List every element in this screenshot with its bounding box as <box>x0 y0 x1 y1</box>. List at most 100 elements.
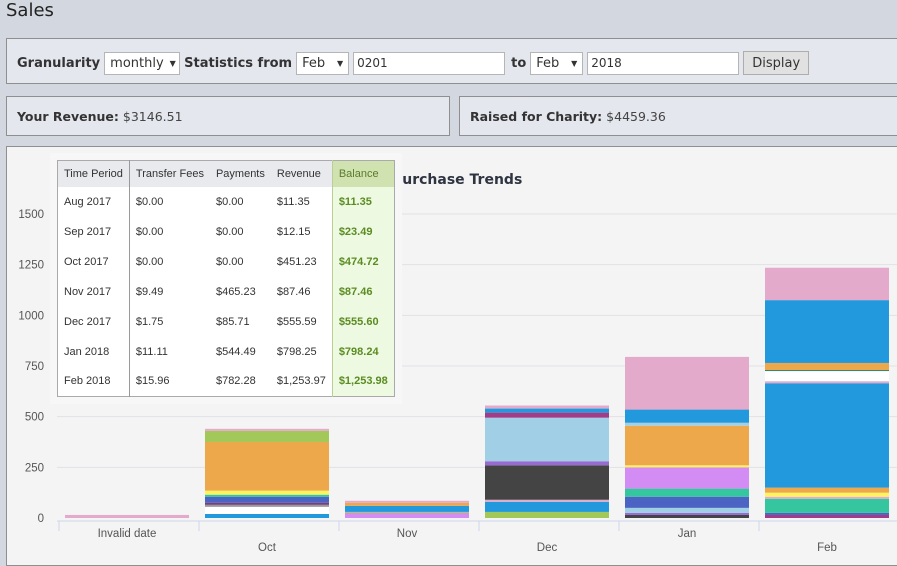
bar-segment[interactable] <box>485 499 609 502</box>
chart-title: Purchase Trends <box>392 172 522 188</box>
cell-payments: $0.00 <box>215 255 244 268</box>
cell-balance: $798.24 <box>331 336 395 367</box>
bar-segment[interactable] <box>485 461 609 466</box>
bar-segment[interactable] <box>205 490 329 495</box>
cell-balance: $23.49 <box>331 216 395 247</box>
bar-stack-jan[interactable] <box>625 356 749 518</box>
bar-segment[interactable] <box>625 467 749 489</box>
x-tick-label: Dec <box>537 542 558 554</box>
bar-segment[interactable] <box>765 362 889 371</box>
bar-stack-dec[interactable] <box>485 405 609 518</box>
bar-stack-invalid-date[interactable] <box>65 514 189 518</box>
x-tick-label: Invalid date <box>98 528 157 540</box>
y-axis-ticks: 0 250 500 750 1000 1250 1500 <box>18 209 44 525</box>
bar-segment[interactable] <box>345 512 469 518</box>
x-tick-label: Oct <box>258 542 277 554</box>
cell-balance: $87.46 <box>331 276 395 307</box>
bar-segment[interactable] <box>625 409 749 423</box>
bar-segment[interactable] <box>625 507 749 513</box>
bar-segment[interactable] <box>345 511 469 513</box>
cell-time-period: Dec 2017 <box>57 306 130 337</box>
bar-segment[interactable] <box>765 492 889 497</box>
cell-transfer-fees: $11.11 <box>135 345 168 358</box>
balance-tooltip: Time Period Transfer Fees Payments Reven… <box>50 153 402 404</box>
cell-transfer-fees: $1.75 <box>135 315 164 328</box>
bar-stack-oct[interactable] <box>205 428 329 518</box>
bar-segment[interactable] <box>205 496 329 503</box>
bar-segment[interactable] <box>205 506 329 514</box>
cell-balance: $474.72 <box>331 246 395 277</box>
bar-segment[interactable] <box>765 381 889 384</box>
x-axis: Invalid date Oct Nov Dec Jan Feb <box>57 520 897 554</box>
y-tick-label: 250 <box>25 462 44 474</box>
bar-segment[interactable] <box>485 511 609 518</box>
cell-time-period: Jan 2018 <box>57 336 130 367</box>
table-row: Aug 2017 $0.00 $0.00 $11.35 $11.35 <box>57 186 395 217</box>
x-tick-label: Jan <box>678 528 697 540</box>
table-row: Sep 2017 $0.00 $0.00 $12.15 $23.49 <box>57 216 395 247</box>
bar-segment[interactable] <box>625 425 749 466</box>
bar-segment[interactable] <box>485 417 609 462</box>
bar-segment[interactable] <box>345 505 469 512</box>
cell-balance: $11.35 <box>331 186 395 217</box>
bar-segment[interactable] <box>205 513 329 518</box>
cell-revenue: $87.46 <box>276 285 311 298</box>
bar-segment[interactable] <box>765 496 889 499</box>
bar-stack-feb[interactable] <box>765 267 889 518</box>
bar-segment[interactable] <box>485 412 609 418</box>
bar-segment[interactable] <box>345 500 469 503</box>
bar-segment[interactable] <box>205 504 329 507</box>
cell-payments: $782.28 <box>215 375 256 388</box>
bar-segment[interactable] <box>485 465 609 500</box>
cell-time-period: Aug 2017 <box>57 186 130 217</box>
cell-revenue: $11.35 <box>276 195 310 208</box>
bar-segment[interactable] <box>345 502 469 506</box>
bar-segment[interactable] <box>765 514 889 518</box>
cell-payments: $0.00 <box>215 225 244 238</box>
bar-segment[interactable] <box>625 496 749 508</box>
y-tick-label: 1000 <box>18 310 44 322</box>
bar-segment[interactable] <box>485 408 609 413</box>
bar-segment[interactable] <box>765 512 889 515</box>
bar-segment[interactable] <box>625 512 749 515</box>
col-time-period: Time Period <box>57 160 130 187</box>
bar-segment[interactable] <box>205 428 329 431</box>
y-tick-label: 750 <box>25 361 44 373</box>
cell-payments: $85.71 <box>215 315 250 328</box>
bar-segment[interactable] <box>65 514 189 518</box>
bar-segment[interactable] <box>625 356 749 410</box>
cell-transfer-fees: $0.00 <box>135 225 164 238</box>
bar-segment[interactable] <box>765 383 889 488</box>
bar-segment[interactable] <box>765 370 889 372</box>
bar-segment[interactable] <box>625 514 749 518</box>
bar-segment[interactable] <box>625 488 749 497</box>
bar-segment[interactable] <box>765 267 889 301</box>
cell-revenue: $555.59 <box>276 315 317 328</box>
bar-segment[interactable] <box>205 502 329 505</box>
bar-segment[interactable] <box>485 501 609 512</box>
bar-segment[interactable] <box>625 465 749 468</box>
y-tick-label: 0 <box>38 513 44 525</box>
cell-revenue: $451.23 <box>276 255 317 268</box>
bar-segment[interactable] <box>765 300 889 363</box>
table-row: Dec 2017 $1.75 $85.71 $555.59 $555.60 <box>57 306 395 337</box>
cell-transfer-fees: $15.96 <box>135 375 170 388</box>
bar-segment[interactable] <box>485 405 609 409</box>
bar-stack-nov[interactable] <box>345 500 469 518</box>
bar-segment[interactable] <box>765 498 889 513</box>
col-transfer-fees: Transfer Fees <box>129 160 210 187</box>
x-tick-label: Nov <box>397 528 418 540</box>
bar-segment[interactable] <box>765 487 889 493</box>
cell-time-period: Feb 2018 <box>57 366 130 397</box>
bar-segment[interactable] <box>765 371 889 382</box>
col-payments: Payments <box>209 160 271 187</box>
table-header-row: Time Period Transfer Fees Payments Reven… <box>57 160 395 187</box>
bar-segment[interactable] <box>205 442 329 491</box>
cell-payments: $0.00 <box>215 195 244 208</box>
bar-segment[interactable] <box>205 494 329 497</box>
table-row: Jan 2018 $11.11 $544.49 $798.25 $798.24 <box>57 336 395 367</box>
bar-segment[interactable] <box>625 422 749 426</box>
bar-segment[interactable] <box>205 430 329 442</box>
cell-revenue: $1,253.97 <box>276 375 326 388</box>
y-tick-label: 500 <box>25 412 44 424</box>
